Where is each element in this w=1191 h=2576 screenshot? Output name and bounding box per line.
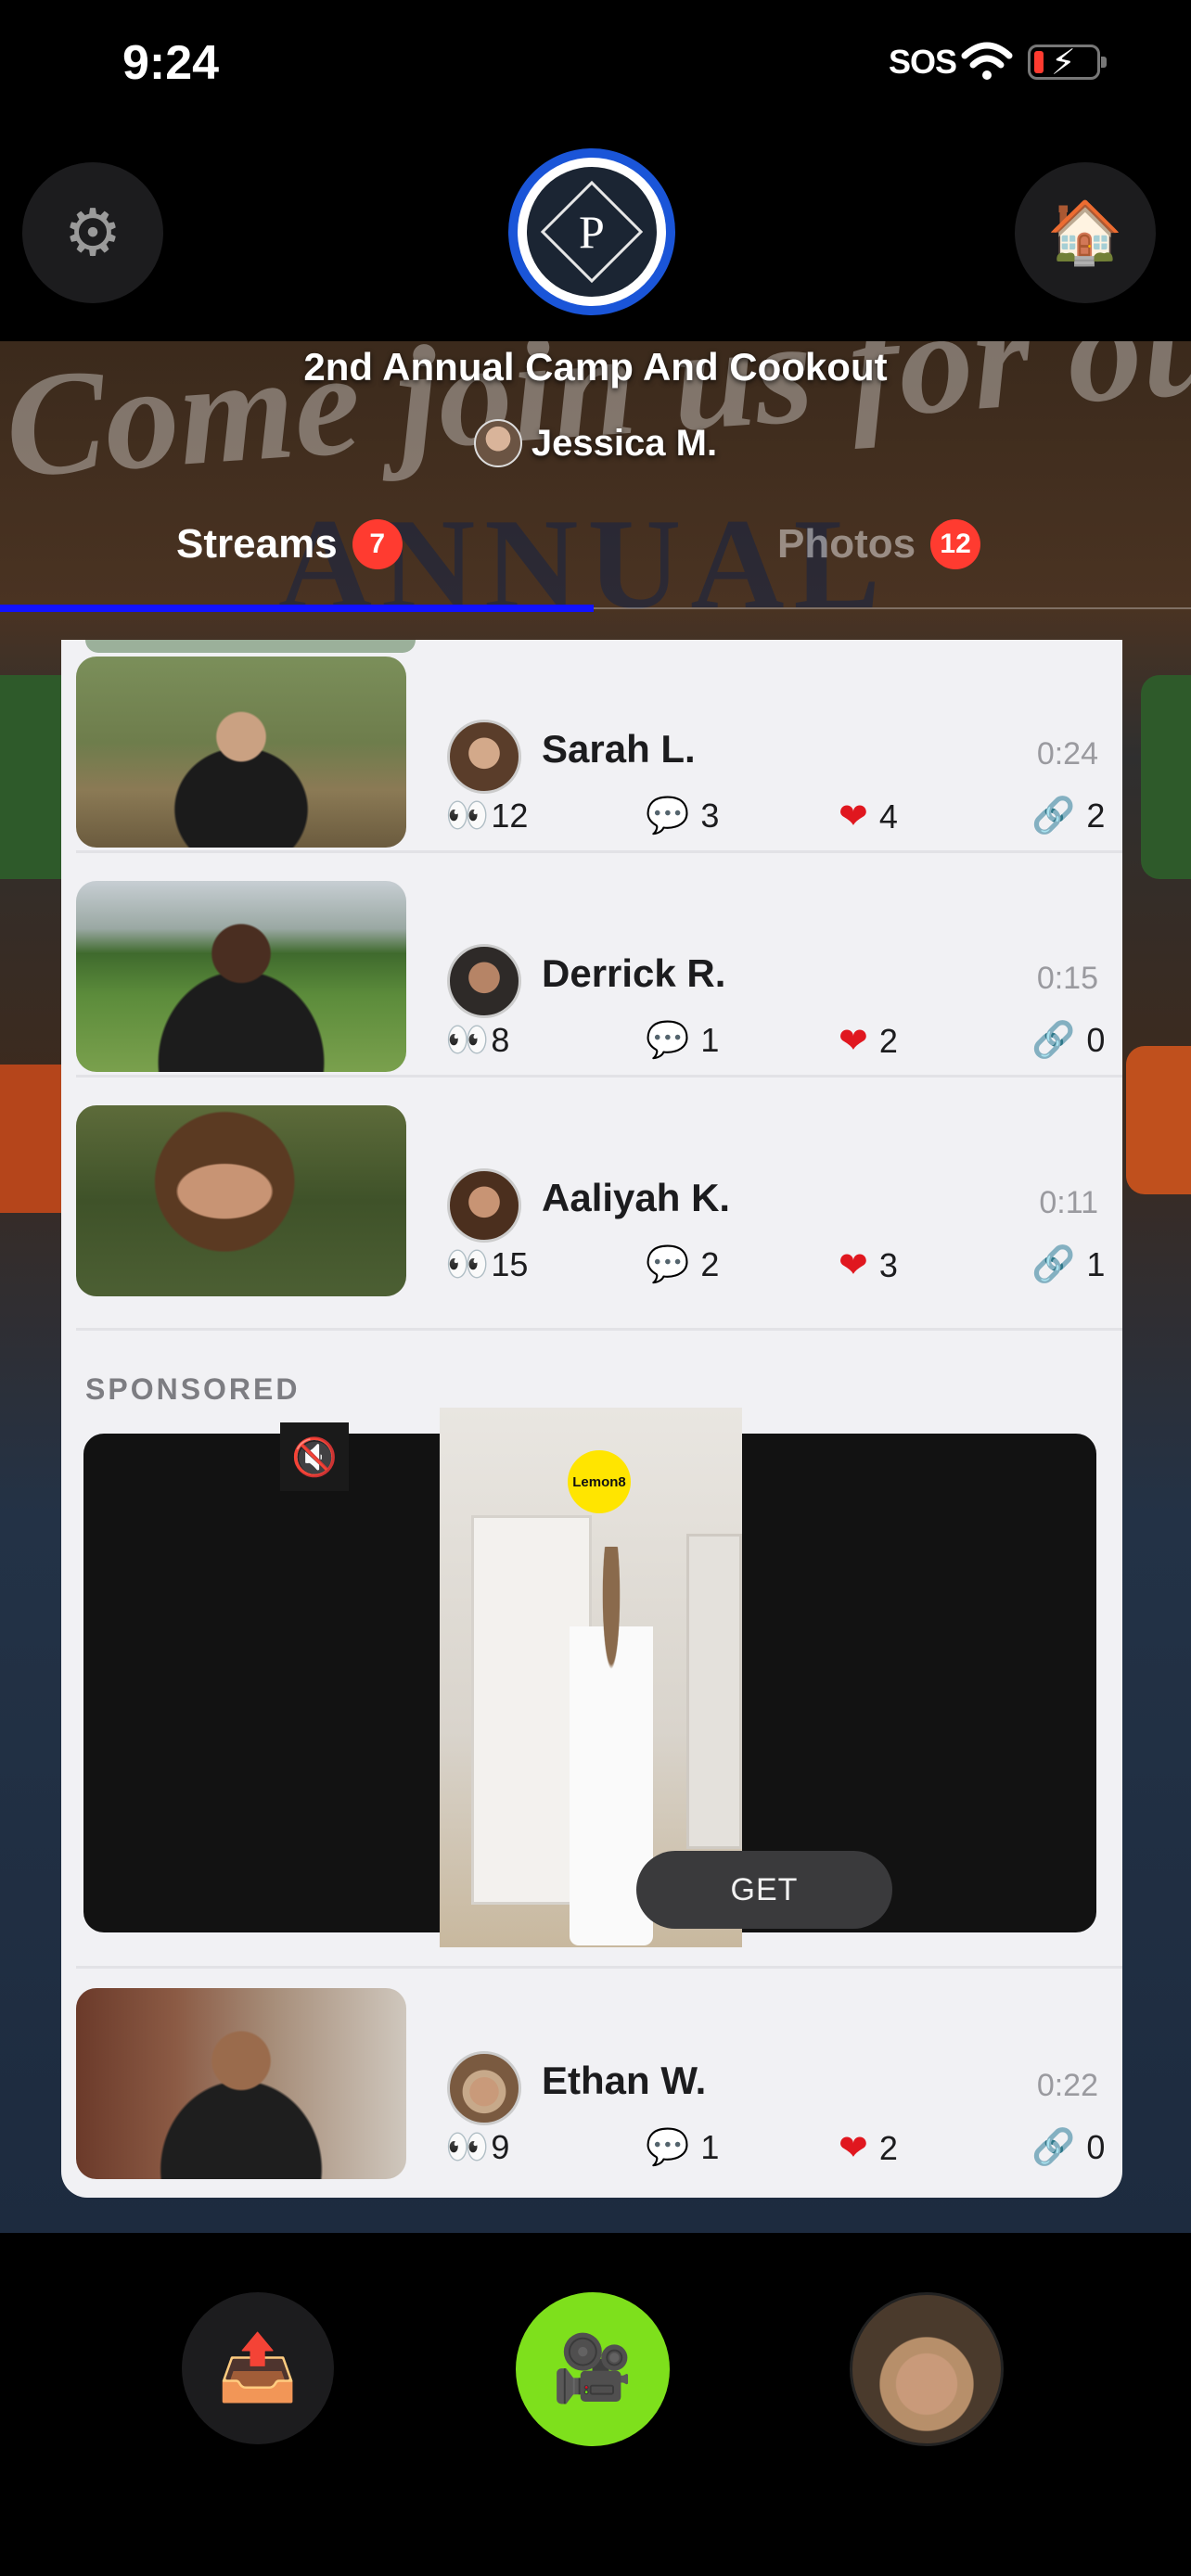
- host-avatar: [473, 419, 522, 467]
- avatar: [447, 944, 521, 1018]
- bottom-toolbar: 📤 🎥: [0, 2233, 1191, 2576]
- comments-stat[interactable]: 💬 1: [646, 2127, 719, 2168]
- stream-thumbnail[interactable]: [76, 657, 406, 848]
- link-icon: 🔗: [1031, 797, 1076, 835]
- eyes-icon: 👀: [445, 1021, 489, 1060]
- likes-stat[interactable]: ❤ 2: [839, 1020, 898, 1062]
- status-bar: 9:24 SOS ⚡: [0, 0, 1191, 130]
- divider: [76, 1966, 1122, 1969]
- shares-stat[interactable]: 🔗 0: [1031, 2127, 1105, 2168]
- likes-stat[interactable]: ❤ 2: [839, 2127, 898, 2169]
- shares-stat[interactable]: 🔗 0: [1031, 1020, 1105, 1061]
- active-tab-indicator: [0, 605, 594, 612]
- stream-thumbnail[interactable]: [76, 1988, 406, 2179]
- ad-get-button[interactable]: GET: [636, 1851, 892, 1929]
- event-logo[interactable]: P: [508, 148, 675, 315]
- video-camera-icon: 🎥: [552, 2332, 634, 2404]
- inbox-tray-icon: 📤: [217, 2331, 299, 2404]
- heart-icon: ❤: [839, 1246, 868, 1285]
- status-time: 9:24: [122, 36, 220, 90]
- stream-row[interactable]: Derrick R. 0:15 👀 8 💬 1 ❤ 2 🔗 0: [61, 864, 1122, 1078]
- event-host[interactable]: Jessica M.: [0, 419, 1191, 467]
- eyes-icon: 👀: [445, 2128, 489, 2167]
- settings-button[interactable]: ⚙: [22, 162, 163, 303]
- host-name: Jessica M.: [531, 422, 718, 464]
- views-stat: 👀 12: [445, 797, 529, 835]
- battery-icon: ⚡: [1028, 44, 1107, 83]
- streamer-name: Ethan W.: [542, 2059, 707, 2102]
- stream-thumbnail[interactable]: [76, 1105, 406, 1296]
- wifi-icon: [961, 42, 1013, 80]
- inbox-button[interactable]: 📤: [182, 2292, 334, 2444]
- stream-duration: 0:24: [1036, 736, 1098, 772]
- comments-stat[interactable]: 💬 3: [646, 796, 719, 836]
- tab-streams[interactable]: Streams 7: [176, 519, 403, 569]
- heart-icon: ❤: [839, 2129, 868, 2168]
- count-badge: 12: [930, 519, 981, 569]
- streamer-name: Aaliyah K.: [542, 1176, 731, 1219]
- record-button[interactable]: 🎥: [516, 2292, 670, 2446]
- heart-icon: ❤: [839, 797, 868, 836]
- avatar: [447, 2051, 521, 2125]
- speech-bubble-icon: 💬: [646, 797, 690, 835]
- event-title: 2nd Annual Camp And Cookout: [303, 345, 888, 389]
- avatar: [447, 720, 521, 794]
- logo-letter: P: [579, 206, 605, 258]
- house-icon: 🏠: [1046, 198, 1124, 266]
- link-icon: 🔗: [1031, 1021, 1076, 1060]
- likes-stat[interactable]: ❤ 4: [839, 796, 898, 837]
- streamer-name: Derrick R.: [542, 951, 726, 995]
- views-stat: 👀 9: [445, 2128, 510, 2167]
- link-icon: 🔗: [1031, 2128, 1076, 2167]
- stream-duration: 0:11: [1039, 1185, 1098, 1220]
- shares-stat[interactable]: 🔗 1: [1031, 1244, 1105, 1285]
- shares-stat[interactable]: 🔗 2: [1031, 796, 1105, 836]
- tab-label: Streams: [176, 521, 338, 567]
- mute-button[interactable]: 🔇: [280, 1422, 349, 1491]
- views-stat: 👀 15: [445, 1245, 529, 1284]
- tab-photos[interactable]: Photos 12: [777, 519, 981, 569]
- eyes-icon: 👀: [445, 797, 489, 835]
- avatar: [447, 1168, 521, 1243]
- stream-duration: 0:22: [1036, 2068, 1098, 2103]
- speech-bubble-icon: 💬: [646, 1245, 690, 1284]
- stream-row[interactable]: Aaliyah K. 0:11 👀 15 💬 2 ❤ 3 🔗 1: [61, 1089, 1122, 1302]
- sponsored-label: SPONSORED: [85, 1372, 301, 1406]
- heart-icon: ❤: [839, 1022, 868, 1061]
- stream-row[interactable]: Ethan W. 0:22 👀 9 💬 1 ❤ 2 🔗 0: [61, 1971, 1122, 2185]
- status-carrier: SOS: [889, 43, 957, 81]
- stream-duration: 0:15: [1036, 961, 1098, 996]
- speech-bubble-icon: 💬: [646, 1021, 690, 1060]
- profile-avatar-button[interactable]: [850, 2292, 1004, 2446]
- ad-brand-logo: Lemon8: [568, 1450, 631, 1513]
- streamer-name: Sarah L.: [542, 727, 696, 771]
- stream-thumbnail[interactable]: [76, 881, 406, 1072]
- link-icon: 🔗: [1031, 1245, 1076, 1284]
- speaker-muted-icon: 🔇: [291, 1436, 338, 1478]
- speech-bubble-icon: 💬: [646, 2128, 690, 2167]
- stream-row[interactable]: Sarah L. 0:24 👀 12 💬 3 ❤ 4 🔗 2: [61, 640, 1122, 853]
- tab-label: Photos: [777, 521, 916, 567]
- comments-stat[interactable]: 💬 2: [646, 1244, 719, 1285]
- home-button[interactable]: 🏠: [1015, 162, 1156, 303]
- count-badge: 7: [352, 519, 403, 569]
- gear-icon: ⚙: [63, 197, 122, 269]
- stream-list[interactable]: Sarah L. 0:24 👀 12 💬 3 ❤ 4 🔗 2 Derrick R. 0:…: [61, 640, 1122, 2198]
- divider: [76, 1328, 1122, 1331]
- eyes-icon: 👀: [445, 1245, 489, 1284]
- comments-stat[interactable]: 💬 1: [646, 1020, 719, 1061]
- likes-stat[interactable]: ❤ 3: [839, 1244, 898, 1286]
- tab-divider: [594, 607, 1191, 609]
- views-stat: 👀 8: [445, 1021, 510, 1060]
